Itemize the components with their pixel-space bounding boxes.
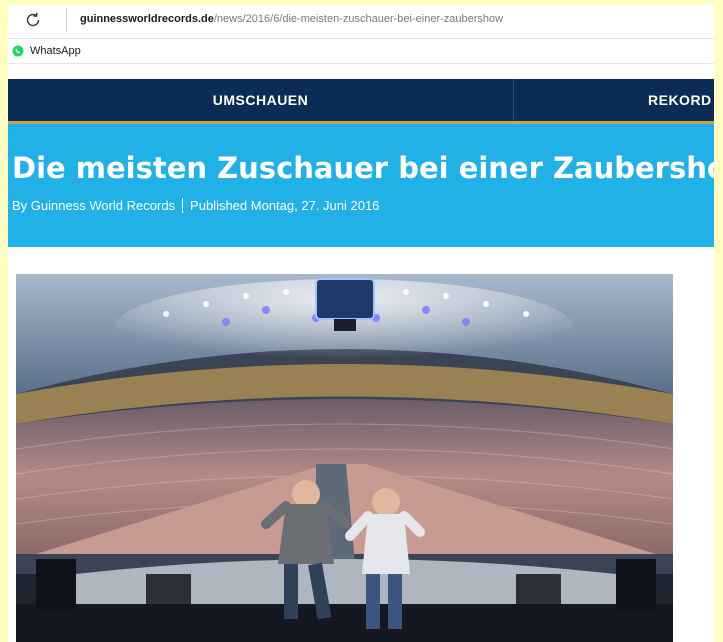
article-title: Die meisten Zuschauer bei einer Zaubersh…: [12, 151, 714, 185]
byline-divider: [182, 198, 184, 213]
arena-photo-illustration: [16, 274, 673, 642]
address-divider: [66, 8, 67, 32]
article-photo: [16, 274, 673, 642]
url-host: guinnessworldrecords.de: [80, 13, 214, 25]
byline: By Guinness World Records Published Monta…: [12, 198, 379, 213]
byline-date: Published Montag, 27. Juni 2016: [190, 198, 380, 213]
url-path: /news/2016/6/die-meisten-zuschauer-bei-e…: [213, 13, 504, 25]
whatsapp-icon: [12, 45, 24, 57]
reload-icon[interactable]: [22, 9, 44, 31]
byline-author[interactable]: By Guinness World Records: [12, 198, 175, 213]
bookmark-whatsapp[interactable]: WhatsApp: [30, 45, 81, 57]
nav-item-rekorde[interactable]: REKORD: [648, 79, 712, 121]
url-field[interactable]: guinnessworldrecords.de/news/2016/6/die-…: [80, 13, 503, 25]
browser-window: guinnessworldrecords.de/news/2016/6/die-…: [8, 5, 714, 642]
address-bar: guinnessworldrecords.de/news/2016/6/die-…: [8, 5, 714, 39]
bookmarks-bar: WhatsApp: [8, 39, 714, 64]
nav-item-umschauen[interactable]: UMSCHAUEN: [8, 79, 514, 121]
site-nav: UMSCHAUEN REKORD: [8, 79, 714, 121]
article-header: Die meisten Zuschauer bei einer Zaubersh…: [8, 124, 714, 247]
